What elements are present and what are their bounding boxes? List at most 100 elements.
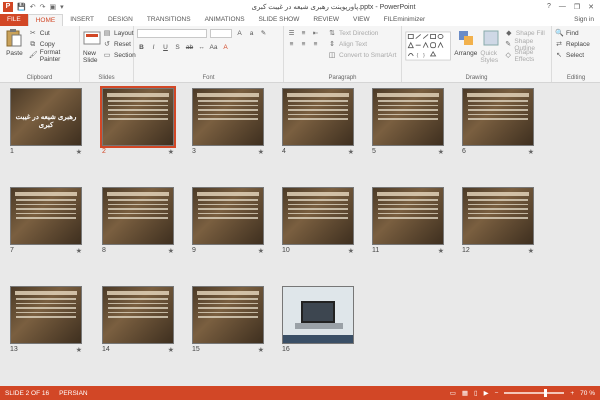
- restore-icon[interactable]: ❐: [574, 3, 580, 11]
- transition-star-icon[interactable]: ★: [258, 247, 264, 255]
- transition-star-icon[interactable]: ★: [528, 247, 534, 255]
- cut-button[interactable]: ✂ Cut: [29, 28, 76, 39]
- tab-file[interactable]: FILE: [0, 14, 28, 26]
- align-left-icon[interactable]: ≡: [287, 40, 296, 49]
- transition-star-icon[interactable]: ★: [438, 247, 444, 255]
- bullets-icon[interactable]: ☰: [287, 29, 296, 38]
- transition-star-icon[interactable]: ★: [76, 247, 82, 255]
- sign-in-link[interactable]: Sign in: [574, 14, 600, 26]
- slide-thumbnail-3[interactable]: 3 ★: [192, 88, 264, 158]
- underline-icon[interactable]: U: [161, 43, 170, 52]
- font-color-icon[interactable]: A: [221, 43, 230, 52]
- slide-thumbnail-15[interactable]: 15 ★: [192, 286, 264, 356]
- slide-thumbnail-11[interactable]: 11 ★: [372, 187, 444, 257]
- slide-thumbnail-1[interactable]: رهبری شیعه در غیبت کبری 1 ★: [10, 88, 82, 158]
- transition-star-icon[interactable]: ★: [258, 346, 264, 354]
- customize-qat-icon[interactable]: ▾: [60, 3, 64, 11]
- slideshow-view-icon[interactable]: ▶: [484, 389, 489, 397]
- new-slide-button[interactable]: New Slide: [83, 28, 101, 72]
- transition-star-icon[interactable]: ★: [168, 148, 174, 156]
- slide-thumbnail-2[interactable]: 2 ★: [100, 86, 176, 158]
- shape-effects-button[interactable]: ◇ Shape Effects: [505, 49, 548, 63]
- slide-thumbnail-4[interactable]: 4 ★: [282, 88, 354, 158]
- tab-animations[interactable]: ANIMATIONS: [198, 14, 252, 26]
- tab-slide-show[interactable]: SLIDE SHOW: [252, 14, 307, 26]
- change-case-icon[interactable]: Aa: [209, 43, 218, 52]
- transition-star-icon[interactable]: ★: [76, 346, 82, 354]
- text-direction-button[interactable]: ⇅ Text Direction: [328, 28, 396, 39]
- undo-icon[interactable]: ↶: [30, 3, 36, 11]
- slide-thumbnail-5[interactable]: 5 ★: [372, 88, 444, 158]
- transition-star-icon[interactable]: ★: [76, 148, 82, 156]
- font-size-combo[interactable]: [210, 29, 232, 38]
- align-text-button[interactable]: ⇕ Align Text: [328, 39, 396, 50]
- tab-review[interactable]: REVIEW: [306, 14, 346, 26]
- language-status[interactable]: PERSIAN: [59, 390, 88, 397]
- close-icon[interactable]: ✕: [588, 3, 594, 11]
- reset-button[interactable]: ↺ Reset: [103, 39, 136, 50]
- minimize-icon[interactable]: —: [559, 3, 566, 11]
- powerpoint-app-icon[interactable]: P: [3, 2, 13, 12]
- slide-thumbnail-8[interactable]: 8 ★: [102, 187, 174, 257]
- format-painter-button[interactable]: 🖌 Format Painter: [29, 49, 76, 63]
- shadow-icon[interactable]: S: [173, 43, 182, 52]
- transition-star-icon[interactable]: ★: [168, 346, 174, 354]
- transition-star-icon[interactable]: ★: [438, 148, 444, 156]
- strikethrough-icon[interactable]: ab: [185, 43, 194, 52]
- slide-thumbnail-10[interactable]: 10 ★: [282, 187, 354, 257]
- replace-button[interactable]: ⇄ Replace: [555, 39, 597, 50]
- zoom-in-icon[interactable]: +: [570, 390, 574, 397]
- tab-home[interactable]: HOME: [27, 14, 64, 26]
- font-family-combo[interactable]: [137, 29, 207, 38]
- paste-button[interactable]: Paste: [3, 28, 26, 72]
- transition-star-icon[interactable]: ★: [528, 148, 534, 156]
- start-slideshow-icon[interactable]: ▣: [49, 3, 56, 11]
- layout-button[interactable]: ▤ Layout: [103, 28, 136, 39]
- zoom-out-icon[interactable]: −: [495, 390, 499, 397]
- normal-view-icon[interactable]: ▭: [450, 389, 456, 397]
- select-button[interactable]: ↖ Select: [555, 50, 597, 61]
- grow-font-icon[interactable]: A: [235, 29, 244, 38]
- help-icon[interactable]: ?: [547, 3, 551, 11]
- find-button[interactable]: 🔍 Find: [555, 28, 597, 39]
- shapes-gallery[interactable]: { }: [405, 28, 451, 64]
- align-center-icon[interactable]: ≡: [299, 40, 308, 49]
- clear-formatting-icon[interactable]: ✎: [259, 29, 268, 38]
- section-button[interactable]: ▭ Section: [103, 50, 136, 61]
- paragraph-group-label: Paragraph: [328, 75, 357, 81]
- align-right-icon[interactable]: ≡: [311, 40, 320, 49]
- bold-icon[interactable]: B: [137, 43, 146, 52]
- quick-styles-button[interactable]: Quick Styles: [480, 28, 501, 72]
- zoom-level[interactable]: 70 %: [580, 390, 595, 397]
- numbering-icon[interactable]: ≡: [299, 29, 308, 38]
- slide-thumbnail-6[interactable]: 6 ★: [462, 88, 534, 158]
- tab-view[interactable]: VIEW: [346, 14, 377, 26]
- slide-sorter-view-icon[interactable]: ▦: [462, 389, 468, 397]
- convert-smartart-button[interactable]: ◫ Convert to SmartArt: [328, 50, 397, 61]
- slide-count-status[interactable]: SLIDE 2 OF 16: [5, 390, 49, 397]
- zoom-slider-knob[interactable]: [544, 389, 548, 397]
- tab-fileminimizer[interactable]: FILEminimizer: [377, 14, 433, 26]
- zoom-slider[interactable]: [504, 389, 565, 397]
- arrange-button[interactable]: Arrange: [454, 28, 477, 72]
- slide-thumbnail-13[interactable]: 13 ★: [10, 286, 82, 356]
- transition-star-icon[interactable]: ★: [258, 148, 264, 156]
- tab-insert[interactable]: INSERT: [63, 14, 101, 26]
- shrink-font-icon[interactable]: a: [247, 29, 256, 38]
- tab-design[interactable]: DESIGN: [101, 14, 140, 26]
- reading-view-icon[interactable]: ▯: [474, 389, 478, 397]
- transition-star-icon[interactable]: ★: [348, 148, 354, 156]
- char-spacing-icon[interactable]: ↔: [197, 43, 206, 52]
- redo-icon[interactable]: ↷: [40, 3, 46, 11]
- save-icon[interactable]: 💾: [17, 3, 26, 11]
- decrease-indent-icon[interactable]: ⇤: [311, 29, 320, 38]
- transition-star-icon[interactable]: ★: [168, 247, 174, 255]
- transition-star-icon[interactable]: ★: [348, 247, 354, 255]
- slide-thumbnail-9[interactable]: 9 ★: [192, 187, 264, 257]
- tab-transitions[interactable]: TRANSITIONS: [140, 14, 198, 26]
- italic-icon[interactable]: I: [149, 43, 158, 52]
- slide-thumbnail-7[interactable]: 7 ★: [10, 187, 82, 257]
- slide-thumbnail-14[interactable]: 14 ★: [102, 286, 174, 356]
- slide-thumbnail-16[interactable]: 16: [282, 286, 354, 356]
- slide-thumbnail-12[interactable]: 12 ★: [462, 187, 534, 257]
